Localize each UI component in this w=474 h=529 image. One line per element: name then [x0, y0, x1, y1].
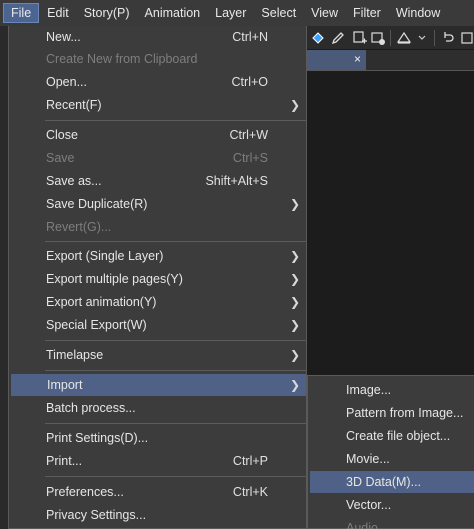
menu-divider [45, 423, 306, 424]
submenu-item-vector[interactable]: Vector... [308, 494, 474, 516]
menu-item-save-duplicate[interactable]: Save Duplicate(R) ❯ [10, 193, 306, 215]
chevron-right-icon: ❯ [289, 249, 300, 263]
menu-item-export-animation[interactable]: Export animation(Y) ❯ [10, 291, 306, 313]
shortcut-label: Shift+Alt+S [205, 174, 268, 188]
menu-divider [45, 241, 306, 242]
menu-item-export-multiple-pages[interactable]: Export multiple pages(Y) ❯ [10, 268, 306, 290]
menu-item-close[interactable]: Close Ctrl+W [10, 124, 306, 146]
submenu-item-image[interactable]: Image... [308, 379, 474, 401]
submenu-item-movie[interactable]: Movie... [308, 448, 474, 470]
shortcut-label: Ctrl+P [232, 454, 268, 468]
menu-item-label: Save Duplicate(R) [46, 197, 148, 211]
menu-item-label: Special Export(W) [46, 318, 147, 332]
canvas-area[interactable] [306, 70, 474, 375]
menu-item-special-export[interactable]: Special Export(W) ❯ [10, 314, 306, 336]
menu-item-new[interactable]: New... Ctrl+N [10, 26, 306, 48]
menu-item-label: Open... [46, 75, 87, 89]
submenu-item-create-file-object[interactable]: Create file object... [308, 425, 474, 447]
import-submenu: Image... Pattern from Image... Create fi… [307, 375, 474, 529]
menu-item-export-single-layer[interactable]: Export (Single Layer) ❯ [10, 245, 306, 267]
menu-item-label: Close [46, 128, 78, 142]
menu-item-save-as[interactable]: Save as... Shift+Alt+S [10, 170, 306, 192]
left-panel-edge [0, 26, 8, 529]
shortcut-label: Ctrl+W [229, 128, 268, 142]
tab-strip [366, 50, 474, 70]
menu-edit[interactable]: Edit [40, 3, 76, 23]
paint-bucket-icon[interactable] [308, 28, 328, 48]
menu-item-label: Export animation(Y) [46, 295, 157, 309]
menu-item-import[interactable]: Import ❯ [11, 374, 306, 396]
submenu-item-pattern-from-image[interactable]: Pattern from Image... [308, 402, 474, 424]
chevron-right-icon: ❯ [289, 272, 300, 286]
document-tab[interactable]: × [306, 50, 366, 70]
chevron-right-icon: ❯ [289, 348, 300, 362]
close-icon[interactable]: × [354, 52, 361, 66]
menu-item-print[interactable]: Print... Ctrl+P [10, 450, 306, 472]
menu-item-revert: Revert(G)... [10, 216, 306, 238]
menu-select[interactable]: Select [254, 3, 303, 23]
chevron-right-icon: ❯ [289, 378, 300, 392]
shortcut-label: Ctrl+O [231, 75, 268, 89]
chevron-right-icon: ❯ [289, 98, 300, 112]
warning-icon[interactable] [394, 28, 414, 48]
menu-item-label: Batch process... [46, 401, 136, 415]
chevron-right-icon: ❯ [289, 295, 300, 309]
menu-item-save: Save Ctrl+S [10, 147, 306, 169]
menu-item-label: Export multiple pages(Y) [46, 272, 183, 286]
menu-item-timelapse[interactable]: Timelapse ❯ [10, 344, 306, 366]
menu-item-recent[interactable]: Recent(F) ❯ [10, 94, 306, 116]
pen-icon[interactable] [328, 28, 348, 48]
shortcut-label: Ctrl+K [232, 485, 268, 499]
toolbar-separator [434, 30, 435, 46]
menu-item-label: Save as... [46, 174, 102, 188]
menu-story[interactable]: Story(P) [77, 3, 137, 23]
menu-item-create-new-from-clipboard: Create New from Clipboard [10, 48, 306, 70]
menu-item-label: Import [47, 378, 83, 392]
new-canvas-icon[interactable] [458, 28, 474, 48]
menu-filter[interactable]: Filter [346, 3, 388, 23]
menu-item-label: Export (Single Layer) [46, 249, 164, 263]
chevron-down-icon[interactable] [412, 28, 432, 48]
shortcut-label: Ctrl+N [232, 30, 268, 44]
menu-item-label: Save [46, 151, 75, 165]
chevron-right-icon: ❯ [289, 197, 300, 211]
menu-divider [45, 476, 306, 477]
shortcut-label: Ctrl+S [232, 151, 268, 165]
menu-item-batch-process[interactable]: Batch process... [10, 397, 306, 419]
command-bar [306, 26, 474, 50]
menu-layer[interactable]: Layer [208, 3, 253, 23]
menu-divider [45, 370, 306, 371]
menu-item-label: Revert(G)... [46, 220, 112, 234]
menu-item-label: Print... [46, 454, 83, 468]
menu-item-label: Privacy Settings... [46, 508, 147, 522]
menu-divider [45, 120, 306, 121]
menu-item-privacy-settings[interactable]: Privacy Settings... [10, 504, 306, 526]
menu-item-label: Timelapse [46, 348, 104, 362]
new-layer-icon[interactable] [368, 28, 388, 48]
menu-item-label: Recent(F) [46, 98, 102, 112]
menu-window[interactable]: Window [389, 3, 447, 23]
submenu-item-3d-data[interactable]: 3D Data(M)... [310, 471, 474, 493]
toolbar-separator [390, 30, 391, 46]
menu-file[interactable]: File [3, 3, 40, 23]
menu-item-label: Print Settings(D)... [46, 431, 149, 445]
file-menu: New... Ctrl+N Create New from Clipboard … [8, 26, 307, 529]
menu-animation[interactable]: Animation [138, 3, 208, 23]
menu-item-label: Preferences... [46, 485, 124, 499]
copy-to-new-icon[interactable] [350, 28, 370, 48]
menu-item-preferences[interactable]: Preferences... Ctrl+K [10, 481, 306, 503]
menu-divider [45, 340, 306, 341]
menu-item-open[interactable]: Open... Ctrl+O [10, 71, 306, 93]
menu-item-label: Create New from Clipboard [46, 52, 198, 66]
menu-bar: File Edit Story(P) Animation Layer Selec… [0, 0, 474, 26]
chevron-right-icon: ❯ [289, 318, 300, 332]
menu-item-print-settings[interactable]: Print Settings(D)... [10, 427, 306, 449]
submenu-item-audio: Audio [346, 521, 378, 529]
undo-icon[interactable] [438, 28, 458, 48]
menu-item-label: New... [46, 30, 81, 44]
menu-view[interactable]: View [304, 3, 345, 23]
